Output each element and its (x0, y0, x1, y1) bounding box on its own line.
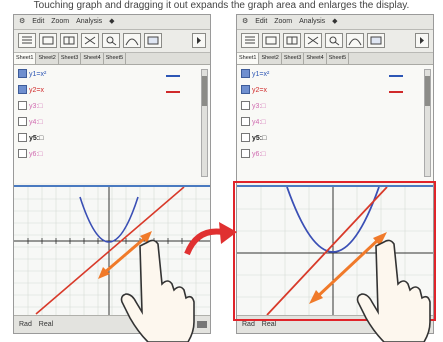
tab-sheet5[interactable]: Sheet5 (327, 53, 350, 64)
function-row[interactable]: y6:□ (18, 149, 190, 161)
function-text: y5:□ (252, 135, 267, 142)
menu-analysis[interactable]: Analysis (76, 18, 102, 25)
line-style-swatch (166, 75, 180, 77)
checkbox[interactable] (241, 101, 250, 110)
sheet-tabs: Sheet1 Sheet2 Sheet3 Sheet4 Sheet5 (14, 53, 210, 65)
function-text: y4:□ (29, 119, 43, 126)
function-row[interactable]: y4:□ (241, 117, 413, 129)
checkbox[interactable] (18, 149, 27, 158)
gear-icon[interactable]: ⚙ (242, 18, 248, 25)
menu-edit[interactable]: Edit (255, 18, 267, 25)
function-row[interactable]: y3:□ (18, 101, 190, 113)
tab-sheet1[interactable]: Sheet1 (14, 53, 37, 64)
toolbar-icon[interactable] (367, 33, 385, 48)
line-style-swatch (389, 75, 403, 77)
function-text: y1=x² (252, 71, 270, 78)
gear-icon[interactable]: ⚙ (19, 18, 25, 25)
menu-more[interactable]: ◆ (332, 18, 337, 25)
menu-bar: ⚙ Edit Zoom Analysis ◆ (14, 15, 210, 30)
function-row[interactable]: y5:□ (241, 133, 413, 145)
toolbar-icon[interactable] (283, 33, 301, 48)
menu-bar: ⚙ Edit Zoom Analysis ◆ (237, 15, 433, 30)
tab-sheet4[interactable]: Sheet4 (81, 53, 104, 64)
toolbar (237, 30, 433, 53)
checkbox[interactable] (241, 133, 250, 142)
scroll-arrow-icon[interactable] (415, 33, 429, 48)
angle-mode: Rad (19, 321, 32, 328)
tab-sheet1[interactable]: Sheet1 (237, 53, 260, 64)
tab-sheet2[interactable]: Sheet2 (259, 53, 282, 64)
toolbar-icon[interactable] (60, 33, 78, 48)
function-text: y3:□ (29, 103, 43, 110)
function-row[interactable]: y4:□ (18, 117, 190, 129)
list-scrollbar[interactable] (424, 69, 431, 177)
toolbar-icon[interactable] (18, 33, 36, 48)
hand-icon (120, 239, 195, 342)
list-scrollbar[interactable] (201, 69, 208, 177)
function-row[interactable]: y2=x (241, 85, 413, 97)
function-text: y2=x (29, 87, 44, 94)
menu-zoom[interactable]: Zoom (274, 18, 292, 25)
number-mode: Real (261, 321, 277, 328)
checkbox[interactable] (18, 117, 27, 126)
function-text: y5:□ (29, 135, 44, 142)
toolbar-icon[interactable] (304, 33, 322, 48)
function-list: y1=x² y2=x y3:□ y4:□ y5:□ y6:□ (237, 65, 433, 183)
function-row[interactable]: y1=x² (18, 69, 190, 81)
menu-more[interactable]: ◆ (109, 18, 114, 25)
menu-zoom[interactable]: Zoom (51, 18, 69, 25)
checkbox[interactable] (18, 133, 27, 142)
toolbar-icon[interactable] (325, 33, 343, 48)
toolbar-icon[interactable] (39, 33, 57, 48)
line-style-swatch (166, 91, 180, 93)
scrollbar-thumb[interactable] (202, 76, 207, 106)
scroll-arrow-icon[interactable] (192, 33, 206, 48)
checkbox[interactable] (241, 117, 250, 126)
function-text: y4:□ (252, 119, 266, 126)
function-row[interactable]: y6:□ (241, 149, 413, 161)
battery-icon (197, 321, 207, 328)
tab-sheet3[interactable]: Sheet3 (282, 53, 305, 64)
function-text: y6:□ (252, 151, 266, 158)
checkbox[interactable] (18, 101, 27, 110)
checkbox[interactable] (18, 69, 27, 78)
function-row[interactable]: y1=x² (241, 69, 413, 81)
checkbox[interactable] (241, 69, 250, 78)
tab-sheet3[interactable]: Sheet3 (59, 53, 82, 64)
checkbox[interactable] (241, 149, 250, 158)
hand-icon (356, 239, 431, 342)
function-row[interactable]: y3:□ (241, 101, 413, 113)
tab-sheet4[interactable]: Sheet4 (304, 53, 327, 64)
function-list: y1=x² y2=x y3:□ y4:□ y5:□ y6:□ (14, 65, 210, 183)
toolbar-icon[interactable] (102, 33, 120, 48)
angle-mode: Rad (242, 321, 255, 328)
function-row[interactable]: y5:□ (18, 133, 190, 145)
function-text: y2=x (252, 87, 267, 94)
instruction-caption: Touching graph and dragging it out expan… (33, 0, 410, 11)
function-text: y3:□ (252, 103, 266, 110)
checkbox[interactable] (18, 85, 27, 94)
toolbar-icon[interactable] (144, 33, 162, 48)
function-text: y1=x² (29, 71, 47, 78)
tab-sheet2[interactable]: Sheet2 (36, 53, 59, 64)
scrollbar-thumb[interactable] (425, 76, 430, 106)
toolbar-icon[interactable] (346, 33, 364, 48)
number-mode: Real (38, 321, 54, 328)
toolbar-icon[interactable] (123, 33, 141, 48)
menu-edit[interactable]: Edit (32, 18, 44, 25)
toolbar-icon[interactable] (241, 33, 259, 48)
function-row[interactable]: y2=x (18, 85, 190, 97)
menu-analysis[interactable]: Analysis (299, 18, 325, 25)
toolbar (14, 30, 210, 53)
line-style-swatch (389, 91, 403, 93)
toolbar-icon[interactable] (81, 33, 99, 48)
sheet-tabs: Sheet1 Sheet2 Sheet3 Sheet4 Sheet5 (237, 53, 433, 65)
function-text: y6:□ (29, 151, 43, 158)
checkbox[interactable] (241, 85, 250, 94)
tab-sheet5[interactable]: Sheet5 (104, 53, 127, 64)
toolbar-icon[interactable] (262, 33, 280, 48)
